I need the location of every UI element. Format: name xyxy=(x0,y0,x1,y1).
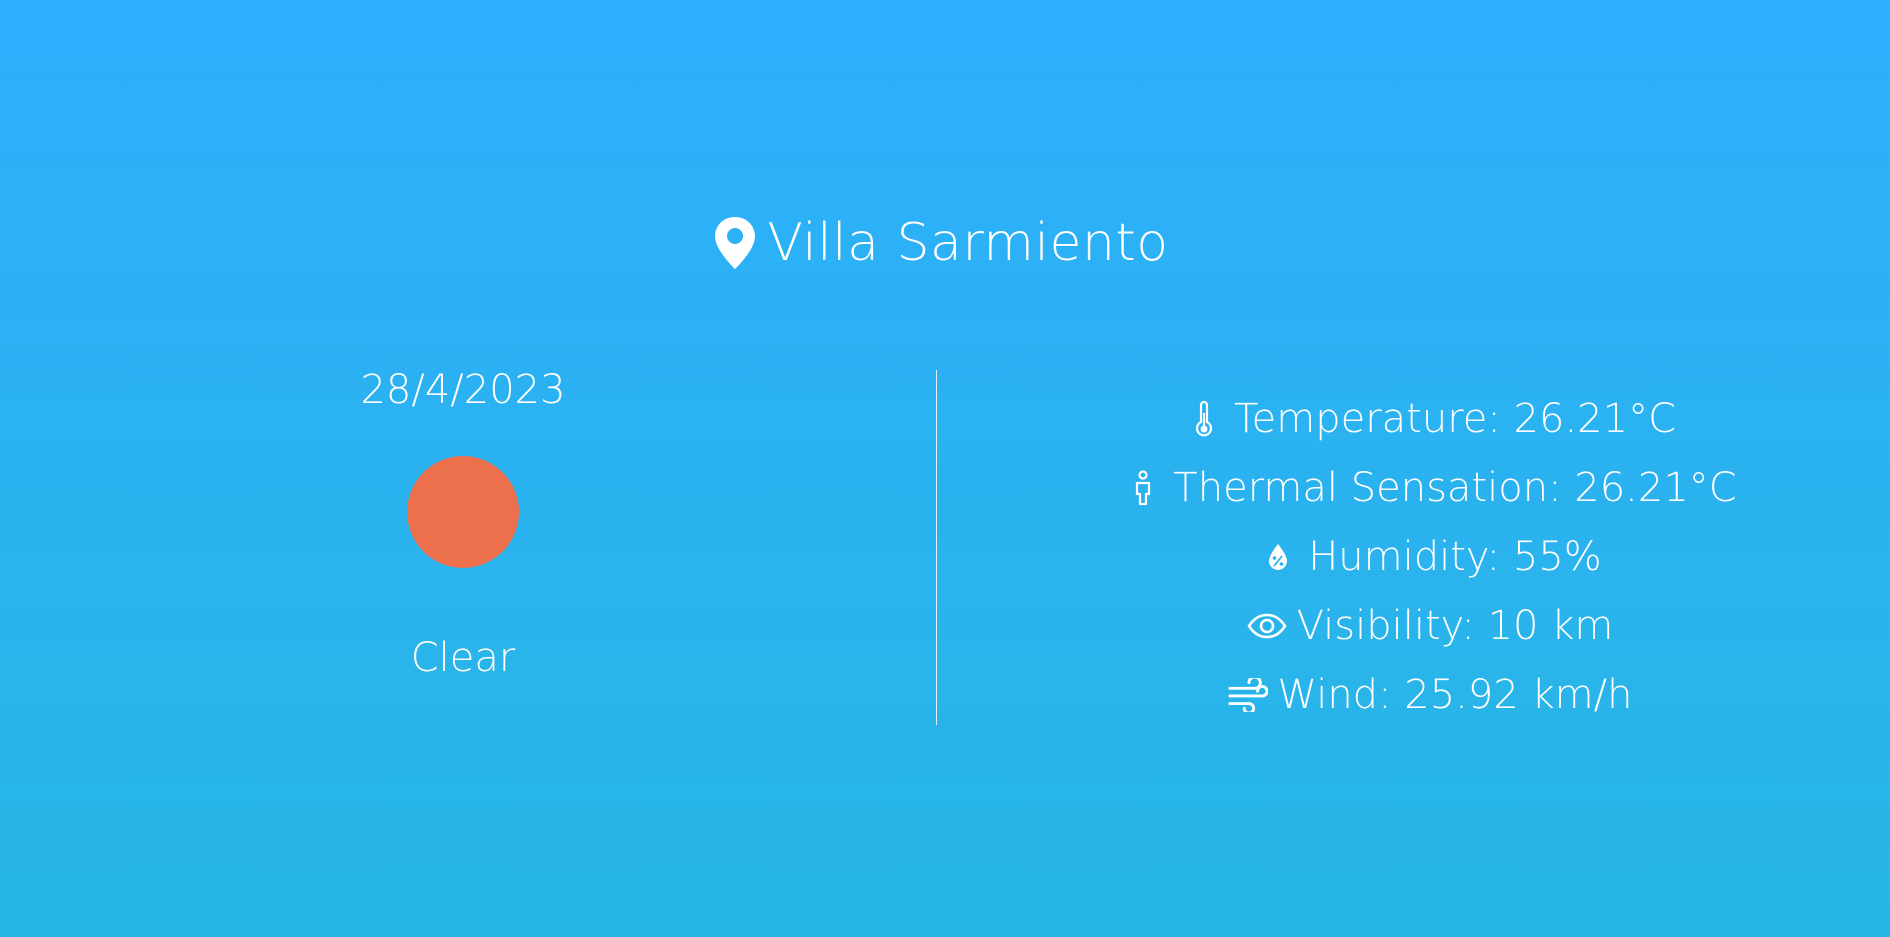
panel-divider xyxy=(936,370,937,725)
wind-value: Wind: 25.92 km/h xyxy=(1277,671,1633,718)
weather-condition: Clear xyxy=(410,635,516,681)
stat-temperature: Temperature: 26.21°C xyxy=(970,384,1890,453)
eye-icon xyxy=(1247,606,1287,646)
city-name: Villa Sarmiento xyxy=(767,213,1169,273)
stat-visibility: Visibility: 10 km xyxy=(970,591,1890,660)
humidity-value: Humidity: 55% xyxy=(1308,533,1602,580)
visibility-value: Visibility: 10 km xyxy=(1296,602,1614,649)
current-date: 28/4/2023 xyxy=(360,367,566,413)
map-pin-icon xyxy=(715,217,756,269)
stat-thermal-sensation: Thermal Sensation: 26.21°C xyxy=(970,453,1890,522)
person-icon xyxy=(1123,468,1163,508)
current-weather-panel: 28/4/2023 Clear xyxy=(263,370,663,678)
humidity-drop-icon xyxy=(1258,537,1298,577)
location-header: Villa Sarmiento xyxy=(0,208,1890,278)
weather-stats: Temperature: 26.21°C Thermal Sensation: … xyxy=(940,384,1890,729)
thermometer-icon xyxy=(1184,399,1224,439)
sun-icon xyxy=(407,456,519,568)
wind-icon xyxy=(1228,675,1268,715)
stat-wind: Wind: 25.92 km/h xyxy=(970,660,1890,729)
stat-humidity: Humidity: 55% xyxy=(970,522,1890,591)
temperature-value: Temperature: 26.21°C xyxy=(1233,395,1676,442)
thermal-sensation-value: Thermal Sensation: 26.21°C xyxy=(1173,464,1737,511)
